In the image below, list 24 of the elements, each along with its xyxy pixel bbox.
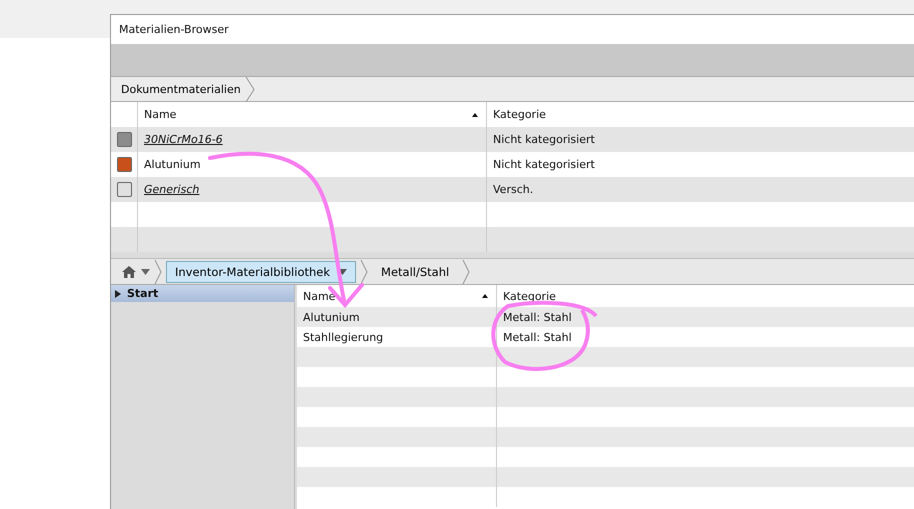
- chevron-icon: [244, 76, 255, 102]
- window-title: Materialien-Browser: [119, 23, 229, 36]
- material-name[interactable]: Generisch: [144, 183, 200, 196]
- material-category: Metall: Stahl: [503, 330, 572, 344]
- expand-arrow-icon: [115, 290, 121, 298]
- material-name[interactable]: Alutunium: [303, 310, 360, 324]
- chevron-icon: [462, 260, 470, 284]
- material-name[interactable]: Alutunium: [144, 158, 201, 171]
- material-category: Versch.: [493, 183, 534, 196]
- dropdown-arrow-icon[interactable]: [141, 268, 150, 274]
- material-name[interactable]: 30NiCrMo16-6: [144, 133, 223, 146]
- breadcrumb-item[interactable]: Inventor-Materialbibliothek: [166, 260, 356, 282]
- breadcrumb-item[interactable]: Dokumentmaterialien: [111, 77, 245, 101]
- tree-item[interactable]: Start: [111, 285, 294, 302]
- material-category: Metall: Stahl: [503, 310, 572, 324]
- chevron-icon: [154, 260, 162, 284]
- material-category: Nicht kategorisiert: [493, 158, 595, 171]
- material-name[interactable]: Stahllegierung: [303, 330, 384, 344]
- home-icon[interactable]: [121, 264, 137, 278]
- chevron-icon: [360, 260, 368, 284]
- breadcrumb-item[interactable]: Metall/Stahl: [372, 260, 458, 282]
- column-header[interactable]: Kategorie: [487, 102, 914, 127]
- column-header[interactable]: Kategorie: [497, 285, 914, 307]
- material-category: Nicht kategorisiert: [493, 133, 595, 146]
